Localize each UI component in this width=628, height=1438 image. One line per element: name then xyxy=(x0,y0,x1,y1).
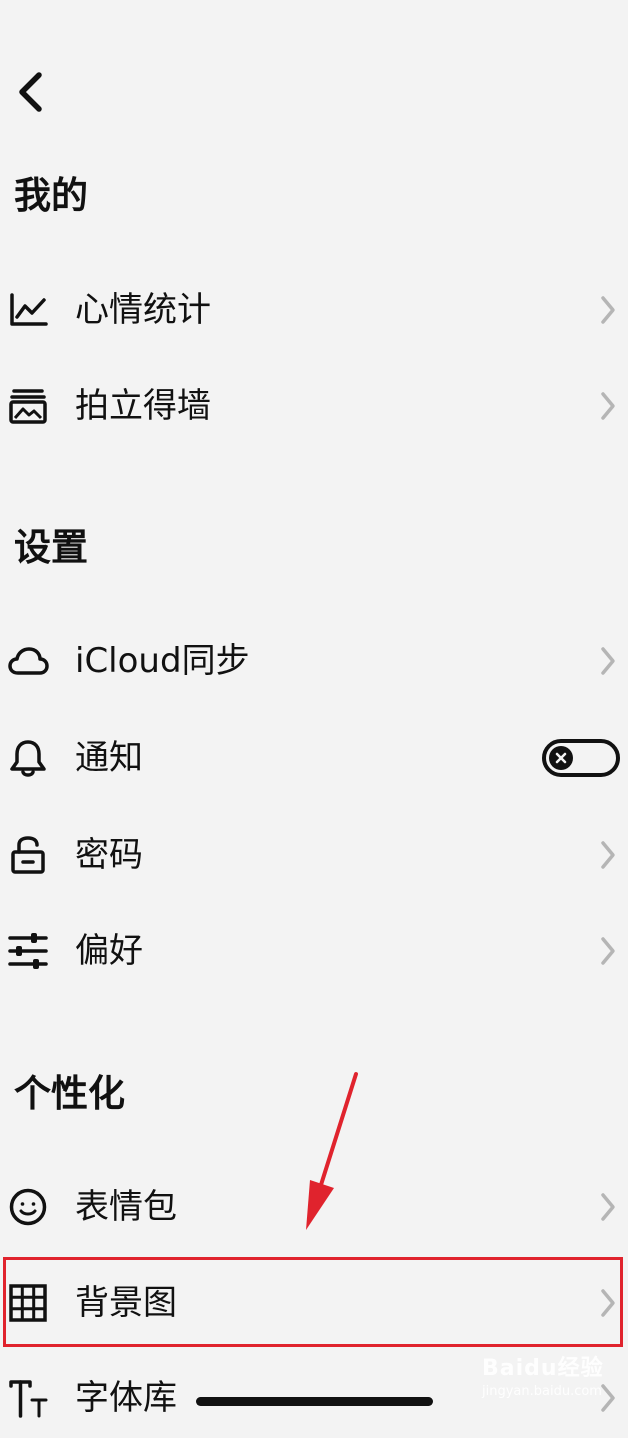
menu-item-label: 拍立得墙 xyxy=(75,386,211,426)
menu-item-preferences[interactable]: 偏好 xyxy=(0,911,628,991)
cloud-icon xyxy=(6,639,50,683)
notification-toggle[interactable] xyxy=(542,739,620,777)
home-indicator xyxy=(196,1397,433,1406)
bell-icon xyxy=(6,736,50,780)
menu-item-password[interactable]: 密码 xyxy=(0,815,628,895)
chevron-right-icon xyxy=(598,933,618,969)
menu-item-polaroid-wall[interactable]: 拍立得墙 xyxy=(0,366,628,446)
menu-item-icloud-sync[interactable]: iCloud同步 xyxy=(0,621,628,701)
toggle-off-knob xyxy=(549,746,573,770)
menu-item-label: 字体库 xyxy=(75,1378,177,1418)
chevron-left-icon xyxy=(19,72,42,112)
menu-item-label: 偏好 xyxy=(75,931,143,971)
text-size-icon xyxy=(6,1376,50,1420)
chevron-right-icon xyxy=(598,388,618,424)
menu-item-label: iCloud同步 xyxy=(75,641,250,681)
close-icon xyxy=(555,752,567,764)
section-title-personalize: 个性化 xyxy=(14,1072,125,1115)
menu-item-notifications: 通知 xyxy=(0,718,628,798)
back-button[interactable] xyxy=(8,68,52,116)
lock-icon xyxy=(6,833,50,877)
watermark: Baidu经验 jingyan.baidu.com xyxy=(482,1348,622,1408)
chevron-right-icon xyxy=(598,292,618,328)
section-title-mine: 我的 xyxy=(14,174,88,217)
menu-item-label: 通知 xyxy=(75,738,143,778)
watermark-url: jingyan.baidu.com xyxy=(482,1384,602,1399)
smiley-icon xyxy=(6,1185,50,1229)
chevron-right-icon xyxy=(598,837,618,873)
highlight-box xyxy=(3,1257,623,1347)
menu-item-mood-stats[interactable]: 心情统计 xyxy=(0,270,628,350)
menu-item-label: 表情包 xyxy=(75,1187,177,1227)
sliders-icon xyxy=(6,929,50,973)
photo-wall-icon xyxy=(6,384,50,428)
menu-item-label: 密码 xyxy=(75,835,143,875)
annotation-arrow xyxy=(306,1072,358,1230)
section-title-settings: 设置 xyxy=(14,526,88,569)
line-chart-icon xyxy=(6,288,50,332)
chevron-right-icon xyxy=(598,643,618,679)
watermark-text: Baidu经验 xyxy=(482,1356,604,1381)
chevron-right-icon xyxy=(598,1189,618,1225)
menu-item-label: 心情统计 xyxy=(75,290,211,330)
